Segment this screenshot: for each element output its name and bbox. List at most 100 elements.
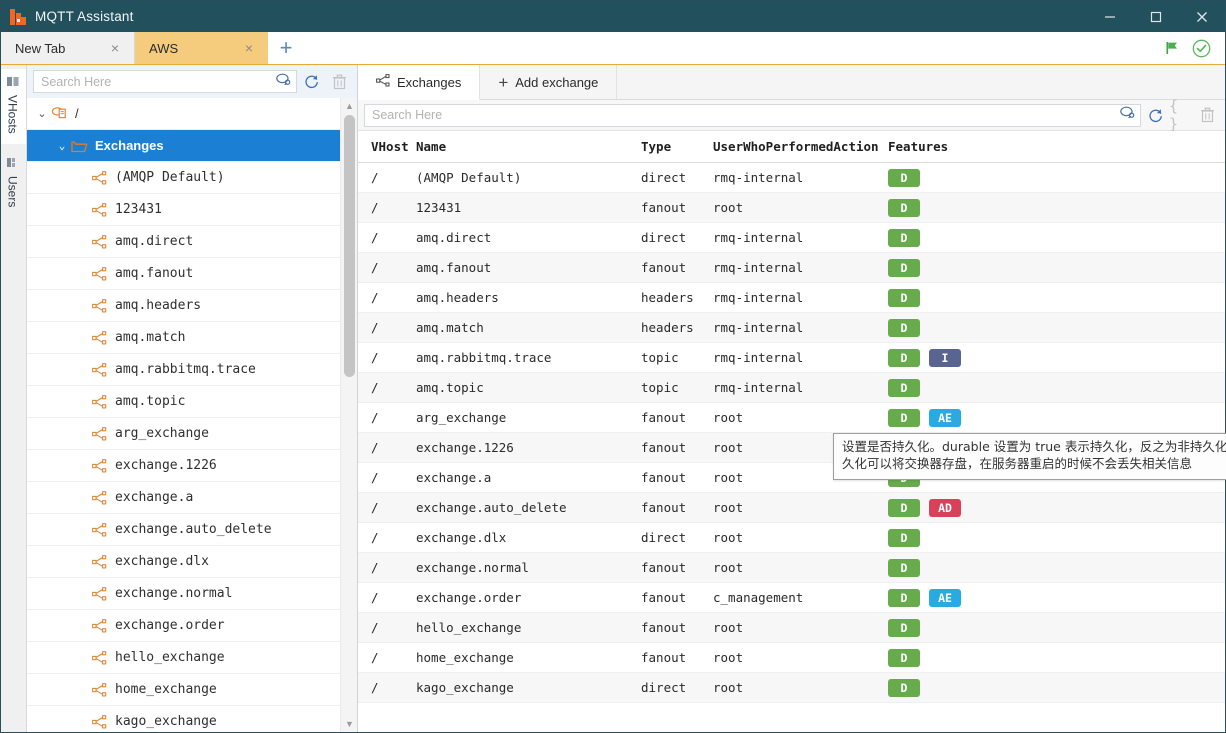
rail-tab-vhosts[interactable]: VHosts	[1, 69, 26, 144]
tree-node-exchange[interactable]: arg_exchange	[27, 418, 340, 450]
feature-badge-i[interactable]: I	[929, 349, 961, 367]
table-column-header[interactable]: VHost	[358, 131, 416, 163]
cell-vhost: /	[358, 553, 416, 583]
feature-badge-d[interactable]: D	[888, 229, 920, 247]
feature-badge-d[interactable]: D	[888, 379, 920, 397]
feature-badge-d[interactable]: D	[888, 559, 920, 577]
feature-badge-d[interactable]: D	[888, 589, 920, 607]
tree-node-exchange[interactable]: amq.fanout	[27, 258, 340, 290]
table-column-header[interactable]: UserWhoPerformedAction	[713, 131, 888, 163]
scroll-down-arrow[interactable]: ▼	[341, 716, 358, 732]
tree-node-exchange[interactable]: exchange.1226	[27, 450, 340, 482]
table-row[interactable]: /amq.matchheadersrmq-internalD	[358, 313, 1225, 343]
tree-node-exchange[interactable]: exchange.order	[27, 610, 340, 642]
rail-tab-users[interactable]: Users	[1, 150, 26, 217]
tree-node-exchange[interactable]: amq.direct	[27, 226, 340, 258]
left-search-input[interactable]	[41, 75, 275, 89]
tab-add-exchange[interactable]: + Add exchange	[480, 65, 617, 99]
scrollbar-thumb[interactable]	[344, 115, 355, 377]
table-row[interactable]: /amq.rabbitmq.tracetopicrmq-internalDI	[358, 343, 1225, 373]
feature-badge-d[interactable]: D	[888, 199, 920, 217]
tree-node-exchange[interactable]: hello_exchange	[27, 642, 340, 674]
feature-badge-d[interactable]: D	[888, 679, 920, 697]
feature-badge-d[interactable]: D	[888, 529, 920, 547]
table-row[interactable]: /exchange.auto_deletefanoutrootDAD	[358, 493, 1225, 523]
feature-badge-ad[interactable]: AD	[929, 499, 961, 517]
check-circle-icon[interactable]	[1192, 39, 1211, 58]
tree-node-exchange[interactable]: amq.rabbitmq.trace	[27, 354, 340, 386]
feature-badge-d[interactable]: D	[888, 319, 920, 337]
chevron-down-icon[interactable]: ⌄	[55, 139, 69, 152]
feature-badge-d[interactable]: D	[888, 349, 920, 367]
tree-node-label: exchange.normal	[115, 586, 232, 601]
feature-badge-d[interactable]: D	[888, 409, 920, 427]
tree-node-exchange[interactable]: exchange.dlx	[27, 546, 340, 578]
left-search-box[interactable]	[33, 70, 297, 93]
table-row[interactable]: /amq.directdirectrmq-internalD	[358, 223, 1225, 253]
right-search-input[interactable]	[372, 108, 1119, 122]
tree-node-exchange[interactable]: kago_exchange	[27, 706, 340, 732]
left-refresh-button[interactable]	[297, 68, 325, 96]
tree-node-exchange[interactable]: exchange.normal	[27, 578, 340, 610]
right-delete-button[interactable]	[1193, 101, 1221, 129]
cell-features: D	[888, 613, 1225, 643]
right-search-box[interactable]	[364, 104, 1141, 127]
table-row[interactable]: /123431fanoutrootD	[358, 193, 1225, 223]
tree-node-exchange[interactable]: 123431	[27, 194, 340, 226]
chevron-down-icon[interactable]: ⌄	[35, 107, 49, 120]
cell-features: D	[888, 163, 1225, 193]
tree-node-exchange[interactable]: home_exchange	[27, 674, 340, 706]
connect-icon[interactable]	[1119, 105, 1136, 125]
table-column-header[interactable]: Type	[641, 131, 713, 163]
tree-node-exchange[interactable]: exchange.auto_delete	[27, 514, 340, 546]
table-row[interactable]: /exchange.orderfanoutc_managementDAE	[358, 583, 1225, 613]
left-delete-button[interactable]	[325, 68, 353, 96]
cell-vhost: /	[358, 643, 416, 673]
tab-exchanges[interactable]: Exchanges	[358, 65, 480, 100]
right-toolbar: { }	[358, 100, 1225, 131]
table-row[interactable]: /amq.topictopicrmq-internalD	[358, 373, 1225, 403]
vhost-tree[interactable]: ⌄/⌄Exchanges(AMQP Default)123431amq.dire…	[27, 98, 340, 732]
feature-badge-d[interactable]: D	[888, 259, 920, 277]
flag-icon[interactable]	[1164, 40, 1180, 56]
table-row[interactable]: /home_exchangefanoutrootD	[358, 643, 1225, 673]
feature-badge-ae[interactable]: AE	[929, 409, 961, 427]
braces-button[interactable]: { }	[1169, 101, 1193, 129]
feature-badge-d[interactable]: D	[888, 499, 920, 517]
table-column-header[interactable]: Features	[888, 131, 1225, 163]
scroll-up-arrow[interactable]: ▲	[341, 98, 358, 114]
table-row[interactable]: /kago_exchangedirectrootD	[358, 673, 1225, 703]
left-scrollbar[interactable]: ▲ ▼	[340, 98, 357, 732]
connect-icon[interactable]	[275, 72, 292, 92]
tab-aws[interactable]: AWS ×	[135, 32, 268, 64]
tree-node-exchange[interactable]: (AMQP Default)	[27, 162, 340, 194]
close-button[interactable]	[1179, 1, 1225, 32]
tree-node-exchange[interactable]: exchange.a	[27, 482, 340, 514]
tree-node-exchange[interactable]: amq.match	[27, 322, 340, 354]
feature-badge-d[interactable]: D	[888, 649, 920, 667]
right-refresh-button[interactable]	[1141, 101, 1169, 129]
minimize-button[interactable]	[1087, 1, 1133, 32]
tree-node-exchange[interactable]: amq.topic	[27, 386, 340, 418]
feature-badge-ae[interactable]: AE	[929, 589, 961, 607]
feature-badge-d[interactable]: D	[888, 289, 920, 307]
table-row[interactable]: /amq.headersheadersrmq-internalD	[358, 283, 1225, 313]
tab-close-icon[interactable]: ×	[108, 41, 122, 55]
tab-new-tab[interactable]: New Tab ×	[1, 32, 134, 64]
table-row[interactable]: /exchange.normalfanoutrootD	[358, 553, 1225, 583]
tree-node-exchanges-folder[interactable]: ⌄Exchanges	[27, 130, 340, 162]
table-row[interactable]: /hello_exchangefanoutrootD	[358, 613, 1225, 643]
table-row[interactable]: /exchange.dlxdirectrootD	[358, 523, 1225, 553]
table-column-header[interactable]: Name	[416, 131, 641, 163]
feature-badge-d[interactable]: D	[888, 619, 920, 637]
table-row[interactable]: /(AMQP Default)directrmq-internalD	[358, 163, 1225, 193]
table-row[interactable]: /amq.fanoutfanoutrmq-internalD	[358, 253, 1225, 283]
new-tab-button[interactable]: +	[268, 32, 304, 64]
feature-badge-d[interactable]: D	[888, 169, 920, 187]
tree-node-root[interactable]: ⌄/	[27, 98, 340, 130]
maximize-button[interactable]	[1133, 1, 1179, 32]
tree-node-exchange[interactable]: amq.headers	[27, 290, 340, 322]
tab-close-icon[interactable]: ×	[242, 41, 256, 55]
cell-type: fanout	[641, 193, 713, 223]
table-row[interactable]: /arg_exchangefanoutrootDAE	[358, 403, 1225, 433]
